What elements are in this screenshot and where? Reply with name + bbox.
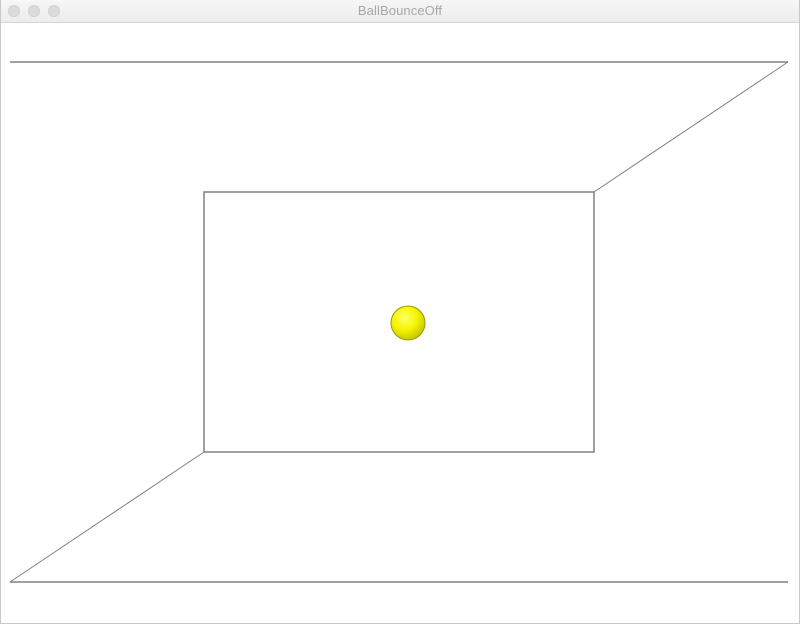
room-top-right-perspective-edge (593, 61, 789, 193)
ball[interactable] (390, 305, 426, 341)
game-canvas[interactable] (0, 0, 800, 625)
room-bottom-left-perspective-edge (9, 451, 205, 583)
